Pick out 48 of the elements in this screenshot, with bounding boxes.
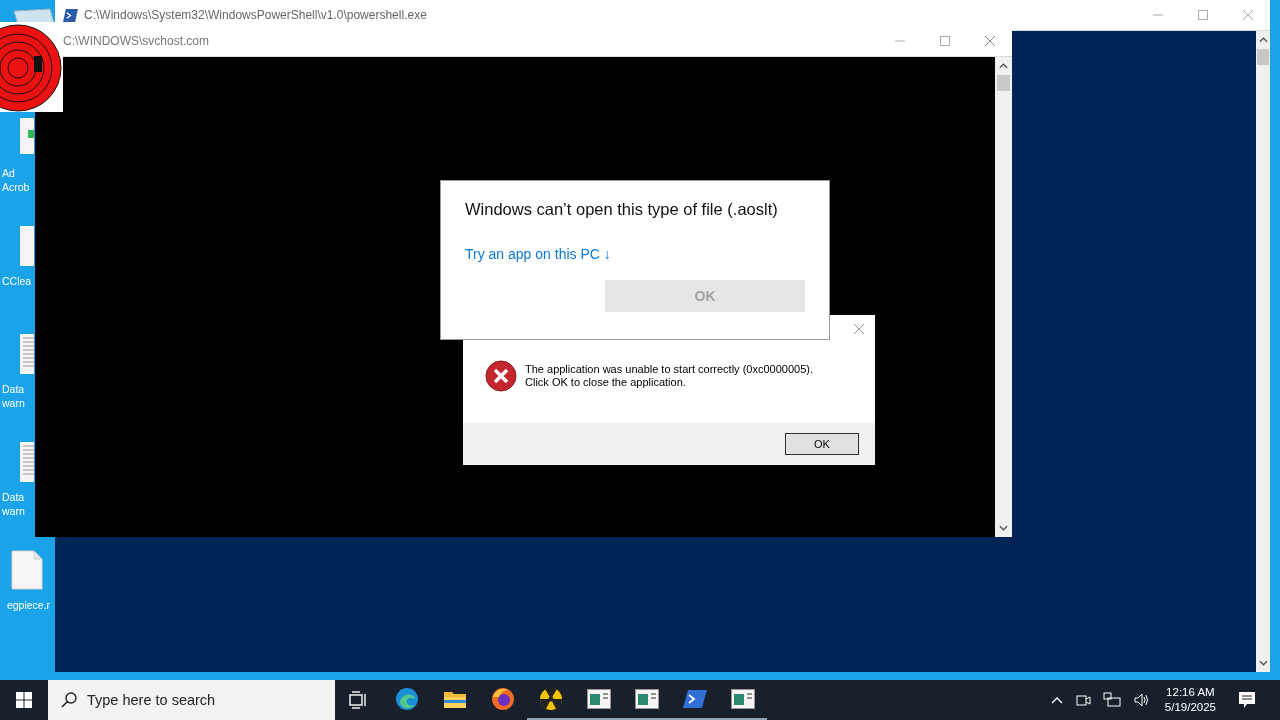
error-message: The application was unable to start correctly (0xc0000005). bbox=[525, 363, 813, 376]
icon-label: CClea bbox=[1, 274, 32, 288]
scroll-down-button[interactable] bbox=[999, 525, 1008, 531]
windows-logo-icon bbox=[16, 692, 32, 708]
try-app-link[interactable]: Try an app on this PC ↓ bbox=[465, 246, 611, 262]
powershell-icon bbox=[63, 8, 78, 22]
notifications-icon[interactable] bbox=[1238, 691, 1256, 709]
chevron-up-icon[interactable] bbox=[1050, 696, 1063, 704]
clock-date: 5/19/2025 bbox=[1164, 700, 1216, 715]
maximize-icon bbox=[1197, 10, 1208, 20]
window-title: C:\Windows\System32\WindowsPowerShell\v1.0\powershell.exe bbox=[84, 8, 427, 22]
app-window-icon bbox=[635, 689, 659, 709]
icon-label: Data warn bbox=[1, 490, 25, 518]
clock[interactable]: 12:16 AM 5/19/2025 bbox=[1156, 685, 1224, 715]
scrollbar[interactable] bbox=[995, 57, 1012, 537]
search-icon bbox=[61, 692, 77, 708]
scroll-down-button[interactable] bbox=[1258, 660, 1268, 666]
task-view-icon bbox=[349, 691, 369, 709]
close-button[interactable] bbox=[854, 324, 864, 334]
powershell-icon bbox=[683, 689, 707, 709]
icon-label: Ad Acrob bbox=[1, 166, 30, 194]
icon-label: Data warn bbox=[1, 382, 25, 410]
scroll-up-button[interactable] bbox=[999, 63, 1008, 69]
radiation-icon bbox=[539, 687, 563, 711]
firefox-icon bbox=[491, 687, 515, 711]
window-title: C:\WINDOWS\svchost.com bbox=[63, 34, 209, 48]
scroll-up-button[interactable] bbox=[1258, 37, 1268, 43]
volume-icon[interactable] bbox=[1132, 692, 1151, 708]
icon-label: egpiece.r bbox=[5, 598, 51, 612]
scrollbar[interactable] bbox=[1256, 31, 1270, 672]
network-icon[interactable] bbox=[1102, 692, 1121, 708]
close-icon bbox=[984, 36, 995, 46]
error-message: Click OK to close the application. bbox=[525, 376, 687, 389]
close-icon bbox=[1242, 10, 1253, 20]
search-field[interactable]: Type here to search bbox=[48, 680, 335, 720]
maximize-icon bbox=[939, 36, 950, 46]
clock-time: 12:16 AM bbox=[1166, 685, 1215, 700]
dialog-title: Windows can’t open this type of file (.aoslt) bbox=[465, 200, 779, 219]
file-icon[interactable] bbox=[11, 550, 43, 590]
app-window-icon bbox=[587, 689, 611, 709]
folder-icon bbox=[443, 689, 467, 709]
edge-icon bbox=[395, 687, 419, 711]
scroll-thumb[interactable] bbox=[997, 75, 1010, 91]
error-icon bbox=[485, 360, 517, 392]
scroll-thumb[interactable] bbox=[1257, 49, 1269, 65]
camera-icon[interactable] bbox=[1074, 692, 1091, 708]
app-window-icon bbox=[731, 689, 755, 709]
ok-button[interactable]: OK bbox=[785, 433, 859, 455]
